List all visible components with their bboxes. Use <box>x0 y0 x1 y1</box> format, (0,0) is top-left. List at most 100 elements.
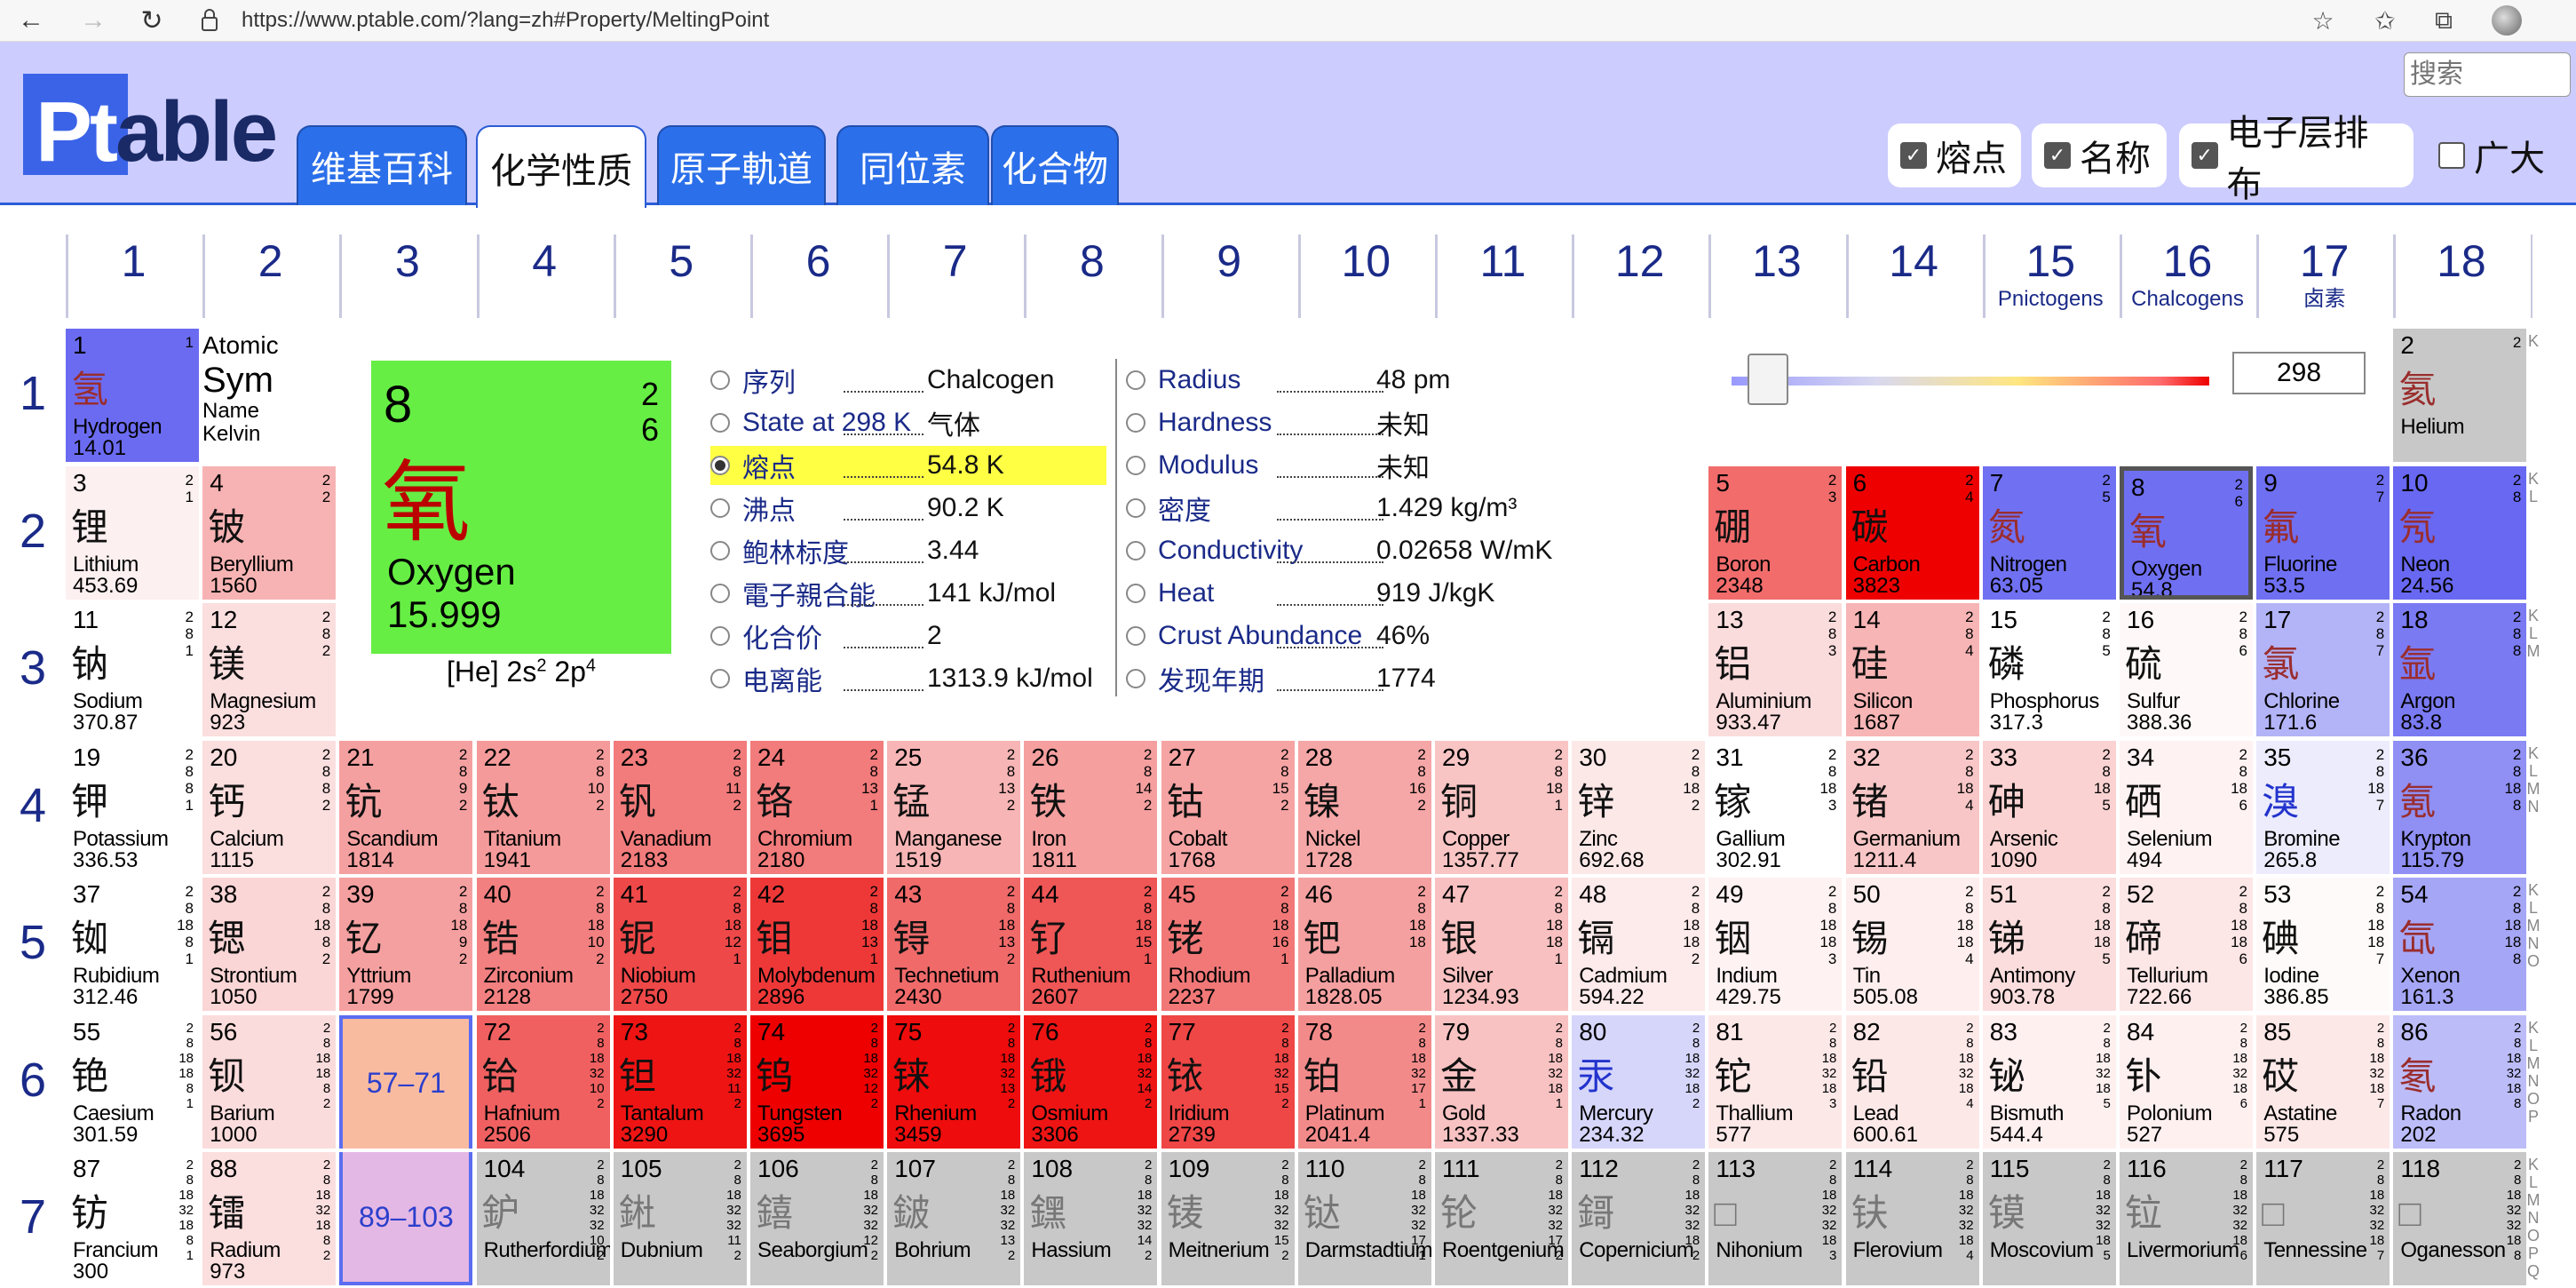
element-cell-tin[interactable]: 50 2 8 18 18 4 锡 Tin 505.08 <box>1845 878 1979 1011</box>
element-cell-silicon[interactable]: 14 2 8 4 硅 Silicon 1687 <box>1845 603 1979 736</box>
favorites-icon[interactable]: ✩ <box>2367 4 2403 37</box>
element-cell-nickel[interactable]: 28 2 8 16 2 镍 Nickel 1728 <box>1297 740 1431 874</box>
element-cell-copper[interactable]: 29 2 8 18 1 铜 Copper 1357.77 <box>1435 740 1568 874</box>
element-cell-lead[interactable]: 82 2 8 18 32 18 4 铅 Lead 600.61 <box>1845 1014 1979 1149</box>
option-checkbox-1[interactable]: ✓ 熔点 <box>1888 123 2021 187</box>
property-row-left-6[interactable]: 電子親合能 141 kJ/mol <box>710 574 1106 613</box>
checkbox-icon[interactable] <box>2438 142 2465 169</box>
element-cell-oxygen[interactable]: 8 2 6 氧 Oxygen 54.8 <box>2120 465 2253 600</box>
property-row-right-8[interactable]: 发现年期 1774 <box>1126 659 1588 698</box>
group-2[interactable]: 2 <box>202 235 336 318</box>
group-16[interactable]: 16 Chalcogens <box>2120 235 2253 318</box>
option-checkbox-3[interactable]: ✓ 电子层排布 <box>2179 114 2414 204</box>
element-cell-palladium[interactable]: 46 2 8 18 18 钯 Palladium 1828.05 <box>1297 878 1431 1011</box>
element-cell-astatine[interactable]: 85 2 8 18 32 18 7 砹 Astatine 575 <box>2256 1014 2390 1149</box>
element-cell-boron[interactable]: 5 2 3 硼 Boron 2348 <box>1708 465 1843 600</box>
series-range-2[interactable]: 89–103 <box>339 1152 473 1285</box>
element-cell-fluorine[interactable]: 9 2 7 氟 Fluorine 53.5 <box>2256 465 2390 600</box>
group-6[interactable]: 6 <box>750 235 884 318</box>
property-row-left-1[interactable]: 序列 Chalcogen <box>710 361 1106 400</box>
forward-button[interactable]: → <box>62 0 124 41</box>
element-cell-krypton[interactable]: 36 2 8 18 8 氪 Krypton 115.79 <box>2393 740 2527 874</box>
checkbox-icon[interactable]: ✓ <box>1900 142 1927 169</box>
address-bar[interactable]: https://www.ptable.com/?lang=zh#Property… <box>242 5 769 36</box>
element-cell-moscovium[interactable]: 115 2 8 18 32 32 18 5 镆 Moscovium <box>1982 1152 2116 1285</box>
property-row-right-5[interactable]: Conductivity 0.02658 W/mK <box>1126 531 1588 570</box>
group-7[interactable]: 7 <box>887 235 1020 318</box>
radio-icon[interactable] <box>1126 413 1145 433</box>
element-cell-argon[interactable]: 18 2 8 8 氩 Argon 83.8 <box>2393 603 2527 736</box>
element-cell-tantalum[interactable]: 73 2 8 18 32 11 2 钽 Tantalum 3290 <box>613 1014 747 1149</box>
element-cell-lithium[interactable]: 3 2 1 锂 Lithium 453.69 <box>66 465 199 600</box>
element-cell-rhenium[interactable]: 75 2 8 18 32 13 2 铼 Rhenium 3459 <box>887 1014 1021 1149</box>
element-cell-vanadium[interactable]: 23 2 8 11 2 钒 Vanadium 2183 <box>613 740 747 874</box>
element-cell-mercury[interactable]: 80 2 8 18 32 18 2 汞 Mercury 234.32 <box>1572 1014 1706 1149</box>
group-18[interactable]: 18 <box>2393 235 2526 318</box>
element-cell-radon[interactable]: 86 2 8 18 32 18 8 氡 Radon 202 <box>2393 1014 2527 1149</box>
group-8[interactable]: 8 <box>1024 235 1157 318</box>
property-row-left-7[interactable]: 化合价 2 <box>710 616 1106 656</box>
element-cell-antimony[interactable]: 51 2 8 18 18 5 锑 Antimony 903.78 <box>1982 878 2116 1011</box>
radio-icon[interactable] <box>1126 370 1145 390</box>
group-1[interactable]: 1 <box>66 235 199 318</box>
radio-icon[interactable] <box>710 456 730 475</box>
element-cell-meitnerium[interactable]: 109 2 8 18 32 32 15 2 鿏 Meitnerium <box>1161 1152 1295 1285</box>
period-1[interactable]: 1 <box>0 366 66 421</box>
element-cell-bromine[interactable]: 35 2 8 18 7 溴 Bromine 265.8 <box>2256 740 2390 874</box>
element-cell-francium[interactable]: 87 2 8 18 32 18 8 1 钫 Francium 300 <box>66 1152 199 1285</box>
element-cell-polonium[interactable]: 84 2 8 18 32 18 6 钋 Polonium 527 <box>2120 1014 2253 1149</box>
element-cell-xenon[interactable]: 54 2 8 18 18 8 氙 Xenon 161.3 <box>2393 878 2527 1011</box>
element-cell-sodium[interactable]: 11 2 8 1 钠 Sodium 370.87 <box>66 603 199 736</box>
radio-icon[interactable] <box>1126 541 1145 561</box>
property-row-right-1[interactable]: Radius 48 pm <box>1126 361 1588 400</box>
temperature-slider-track[interactable] <box>1732 377 2209 386</box>
group-12[interactable]: 12 <box>1572 235 1705 318</box>
radio-icon[interactable] <box>710 413 730 433</box>
radio-icon[interactable] <box>710 584 730 603</box>
series-range-1[interactable]: 57–71 <box>339 1014 473 1149</box>
element-cell-germanium[interactable]: 32 2 8 18 4 锗 Germanium 1211.4 <box>1845 740 1979 874</box>
group-9[interactable]: 9 <box>1161 235 1295 318</box>
property-row-right-2[interactable]: Hardness 未知 <box>1126 403 1588 442</box>
element-cell-sulfur[interactable]: 16 2 8 6 硫 Sulfur 388.36 <box>2120 603 2253 736</box>
element-cell-zinc[interactable]: 30 2 8 18 2 锌 Zinc 692.68 <box>1572 740 1706 874</box>
element-cell-manganese[interactable]: 25 2 8 13 2 锰 Manganese 1519 <box>887 740 1021 874</box>
radio-icon[interactable] <box>710 669 730 688</box>
tab-2[interactable]: 化学性质 <box>476 125 646 208</box>
element-cell-iridium[interactable]: 77 2 8 18 32 15 2 铱 Iridium 2739 <box>1161 1014 1295 1149</box>
radio-icon[interactable] <box>1126 626 1145 646</box>
element-cell-platinum[interactable]: 78 2 8 18 32 17 1 铂 Platinum 2041.4 <box>1297 1014 1431 1149</box>
element-cell-tennessine[interactable]: 117 2 8 18 32 32 18 7 □ Tennessine <box>2256 1152 2390 1285</box>
group-3[interactable]: 3 <box>339 235 472 318</box>
element-cell-calcium[interactable]: 20 2 8 8 2 钙 Calcium 1115 <box>202 740 337 874</box>
element-cell-neon[interactable]: 10 2 8 氖 Neon 24.56 <box>2393 465 2527 600</box>
element-cell-radium[interactable]: 88 2 8 18 32 18 8 2 镭 Radium 973 <box>202 1152 337 1285</box>
collections-icon[interactable]: ⧉ <box>2426 4 2461 37</box>
element-cell-yttrium[interactable]: 39 2 8 18 9 2 钇 Yttrium 1799 <box>339 878 473 1011</box>
property-row-right-7[interactable]: Crust Abundance 46% <box>1126 616 1588 656</box>
element-cell-bohrium[interactable]: 107 2 8 18 32 32 13 2 𨨏 Bohrium <box>887 1152 1021 1285</box>
element-cell-barium[interactable]: 56 2 8 18 18 8 2 钡 Barium 1000 <box>202 1014 337 1149</box>
element-cell-molybdenum[interactable]: 42 2 8 18 13 1 钼 Molybdenum 2896 <box>750 878 884 1011</box>
element-cell-chlorine[interactable]: 17 2 8 7 氯 Chlorine 171.6 <box>2256 603 2390 736</box>
element-cell-rutherfordium[interactable]: 104 2 8 18 32 32 10 2 鈩 Rutherfordium <box>476 1152 610 1285</box>
element-cell-titanium[interactable]: 22 2 8 10 2 钛 Titanium 1941 <box>476 740 610 874</box>
temperature-slider-thumb[interactable] <box>1747 354 1788 405</box>
element-cell-niobium[interactable]: 41 2 8 18 12 1 铌 Niobium 2750 <box>613 878 747 1011</box>
ptable-logo[interactable]: Ptable <box>36 88 278 177</box>
profile-avatar[interactable] <box>2492 5 2522 36</box>
element-cell-hafnium[interactable]: 72 2 8 18 32 10 2 铪 Hafnium 2506 <box>476 1014 610 1149</box>
element-cell-caesium[interactable]: 55 2 8 18 18 8 1 铯 Caesium 301.59 <box>66 1014 199 1149</box>
property-row-left-2[interactable]: State at 298 K 气体 <box>710 403 1106 442</box>
element-cell-iron[interactable]: 26 2 8 14 2 铁 Iron 1811 <box>1024 740 1158 874</box>
element-cell-strontium[interactable]: 38 2 8 18 8 2 锶 Strontium 1050 <box>202 878 337 1011</box>
period-6[interactable]: 6 <box>0 1053 66 1108</box>
group-15[interactable]: 15 Pnictogens <box>1982 235 2116 318</box>
group-13[interactable]: 13 <box>1708 235 1842 318</box>
element-cell-rhodium[interactable]: 45 2 8 18 16 1 铑 Rhodium 2237 <box>1161 878 1295 1011</box>
element-cell-copernicium[interactable]: 112 2 8 18 32 32 18 2 鎶 Copernicium <box>1572 1152 1706 1285</box>
property-row-right-4[interactable]: 密度 1.429 kg/m³ <box>1126 489 1588 528</box>
period-2[interactable]: 2 <box>0 504 66 559</box>
option-checkbox-2[interactable]: ✓ 名称 <box>2032 123 2167 187</box>
element-cell-scandium[interactable]: 21 2 8 9 2 钪 Scandium 1814 <box>339 740 473 874</box>
